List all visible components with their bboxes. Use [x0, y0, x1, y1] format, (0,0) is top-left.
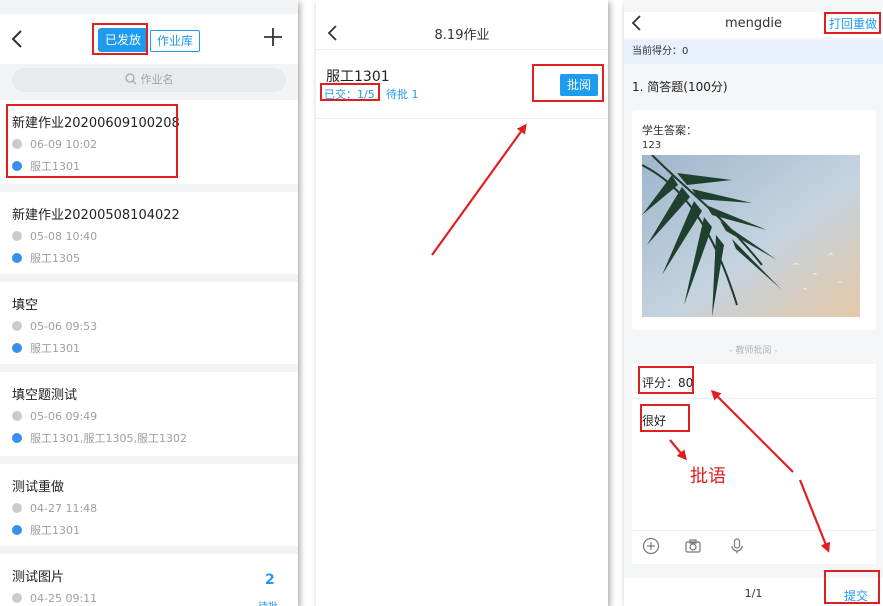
list-item[interactable]: 填空题测试 05-06 09:49 服工1301,服工1305,服工1302 [0, 372, 298, 456]
clock-icon [12, 503, 22, 513]
pending-review-count: 待批 1 [386, 88, 419, 101]
clock-icon [12, 231, 22, 241]
current-score: 当前得分：0 [624, 40, 883, 64]
student-answer-label: 学生答案： [642, 124, 697, 137]
student-answer-card: 学生答案： 123 [632, 110, 876, 330]
list-item[interactable]: 测试重做 04-27 11:48 服工1301 [0, 464, 298, 546]
camera-icon[interactable] [684, 537, 702, 555]
search-input[interactable]: 作业名 [12, 68, 286, 92]
highlight-box [638, 366, 694, 394]
assignment-list-panel: 已发放 作业库 作业名 新建作业20200609100208 06-09 10:… [0, 0, 298, 606]
toolbar [632, 530, 876, 560]
class-icon [12, 253, 22, 263]
grading-card: 评分：80 很好 批语 [632, 364, 876, 564]
teacher-review-label: - 教师批阅 - [729, 346, 778, 356]
list-item[interactable]: 新建作业20200508104022 05-08 10:40 服工1305 [0, 192, 298, 274]
answer-image[interactable] [642, 155, 860, 317]
assignment-detail-panel: 8.19作业 服工1301 已交：1/5 待批 1 批阅 [316, 0, 608, 606]
plus-icon[interactable] [262, 26, 284, 48]
list-item[interactable]: 填空 05-06 09:53 服工1301 [0, 282, 298, 364]
assignment-class: 服工1301,服工1305,服工1302 [30, 432, 187, 445]
highlight-box [92, 23, 148, 55]
clock-icon [12, 321, 22, 331]
class-icon [12, 343, 22, 353]
grading-panel: mengdie 打回重做 当前得分：0 1. 简答题(100分) 学生答案： 1… [624, 0, 883, 606]
clock-icon [12, 411, 22, 421]
highlight-box [6, 104, 178, 178]
highlight-box [532, 64, 604, 102]
microphone-icon[interactable] [728, 537, 746, 555]
assignment-title: 测试图片 [12, 570, 65, 585]
highlight-box [824, 12, 881, 34]
divider [632, 398, 876, 399]
assignment-time: 05-06 09:53 [30, 320, 98, 333]
student-answer-value: 123 [642, 140, 662, 151]
header-bar: 已发放 作业库 [0, 14, 298, 64]
assignment-class: 服工1301 [30, 342, 80, 355]
question-title: 1. 简答题(100分) [632, 80, 728, 94]
assignment-title: 填空题测试 [12, 388, 78, 403]
assignment-title: 测试重做 [12, 480, 65, 495]
divider [316, 118, 608, 119]
assignment-class: 服工1301 [30, 524, 80, 537]
tab-library[interactable]: 作业库 [150, 30, 200, 52]
assignment-time: 04-25 09:11 [30, 592, 98, 605]
assignment-title: 填空 [12, 298, 39, 313]
highlight-box [824, 570, 880, 604]
class-icon [12, 525, 22, 535]
pending-count: 2 [265, 572, 275, 588]
list-item[interactable]: 测试图片 04-25 09:11 [0, 554, 298, 606]
highlight-box [320, 83, 380, 101]
back-arrow-icon[interactable] [10, 28, 24, 50]
annotation-label: 批语 [690, 466, 726, 487]
pending-label: 待批 [258, 598, 278, 606]
highlight-box [640, 404, 690, 432]
clock-icon [12, 593, 22, 603]
class-icon [12, 433, 22, 443]
assignment-time: 05-06 09:49 [30, 410, 98, 423]
add-circle-icon[interactable] [642, 537, 660, 555]
assignment-time: 04-27 11:48 [30, 502, 98, 515]
page-title: 8.19作业 [434, 28, 490, 43]
search-placeholder: 作业名 [140, 73, 174, 86]
assignment-class: 服工1305 [30, 252, 80, 265]
assignment-time: 05-08 10:40 [30, 230, 98, 243]
header-bar: 8.19作业 [316, 14, 608, 50]
search-icon [124, 73, 136, 85]
assignment-title: 新建作业20200508104022 [12, 208, 180, 223]
